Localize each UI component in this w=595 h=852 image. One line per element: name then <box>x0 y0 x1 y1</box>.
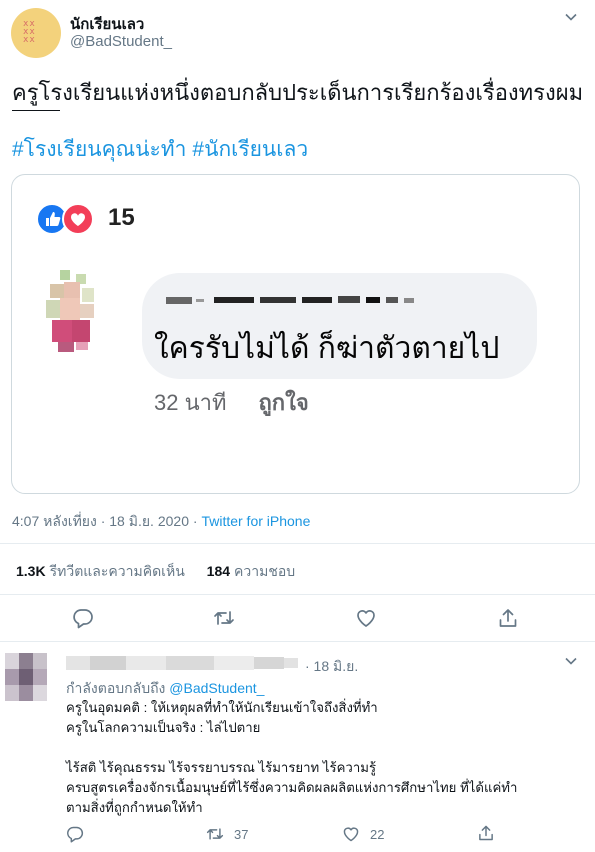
reply-line-blank <box>66 738 517 758</box>
reply-date[interactable]: · 18 มิ.ย. <box>305 656 358 678</box>
media-card[interactable]: 15 ใครรับไม่ได้ ก็ฆ่าตัวตายไป 32 นาทีถูก… <box>11 174 580 494</box>
hashtags: #โรงเรียนคุณน่ะทำ #นักเรียนเลว <box>12 136 314 164</box>
tweet-stats: 1.3K รีทวีตและความคิดเห็น 184 ความชอบ <box>16 561 295 583</box>
divider <box>0 641 595 642</box>
reply-line: ไร้สติ ไร้คุณธรรม ไร้จรรยาบรรณ ไร้มารยาท… <box>66 760 377 775</box>
retweet-icon[interactable] <box>206 825 224 843</box>
text-divider <box>12 110 60 111</box>
hashtag-link[interactable]: #นักเรียนเลว <box>192 138 308 161</box>
blurred-avatar <box>46 270 94 352</box>
caret-down-icon[interactable] <box>564 10 578 24</box>
heart-icon <box>62 203 94 235</box>
reply-author-avatar[interactable] <box>5 653 47 701</box>
likes-count: 184 <box>206 563 231 579</box>
replying-to-handle[interactable]: @BadStudent_ <box>169 680 264 696</box>
comment-text: ใครรับไม่ได้ ก็ฆ่าตัวตายไป <box>154 332 500 365</box>
share-icon[interactable] <box>497 607 519 629</box>
reaction-count: 15 <box>108 204 135 231</box>
comment-time: 32 นาที <box>154 390 227 415</box>
reply-text: ครูในอุดมคติ : ให้เหตุผลที่ทำให้นักเรียน… <box>66 698 517 818</box>
caret-down-icon[interactable] <box>564 654 578 668</box>
share-icon[interactable] <box>477 824 495 842</box>
replying-to-prefix: กำลังตอบกลับถึง <box>66 680 170 696</box>
reply-line: ครบสูตรเครื่องจักรเนื้อมนุษย์ที่ไร้ซึ่งค… <box>66 780 518 795</box>
redacted-reply-author <box>66 656 298 670</box>
tweet-text: ครูโรงเรียนแห่งหนึ่งตอบกลับประเด็นการเรี… <box>12 80 584 105</box>
timestamp-text[interactable]: 4:07 หลังเที่ยง · 18 มิ.ย. 2020 · <box>12 513 201 529</box>
redacted-commenter-name <box>166 296 414 304</box>
reply-line: ครูในโลกความเป็นจริง : ไล่ไปตาย <box>66 720 261 735</box>
comment-like-link: ถูกใจ <box>258 390 309 415</box>
retweets-count: 1.3K <box>16 563 46 579</box>
retweets-stat[interactable]: 1.3K รีทวีตและความคิดเห็น <box>16 563 185 579</box>
tweet-timestamp: 4:07 หลังเที่ยง · 18 มิ.ย. 2020 · Twitte… <box>12 511 310 533</box>
comment-bubble: ใครรับไม่ได้ ก็ฆ่าตัวตายไป <box>142 273 537 379</box>
author-handle[interactable]: @BadStudent_ <box>70 33 172 50</box>
reply-line: ตามสิ่งที่ถูกกำหนดให้ทำ <box>66 800 203 815</box>
divider <box>0 543 595 544</box>
reply-retweet-count: 37 <box>234 827 249 842</box>
reply-icon[interactable] <box>72 607 94 629</box>
reply-line: ครูในอุดมคติ : ให้เหตุผลที่ทำให้นักเรียน… <box>66 700 378 715</box>
comment-meta: 32 นาที ถูกใจ <box>154 385 309 420</box>
likes-stat[interactable]: 184 ความชอบ <box>207 563 295 579</box>
hashtag-link[interactable]: #โรงเรียนคุณน่ะทำ <box>12 138 186 161</box>
retweets-label: รีทวีตและความคิดเห็น <box>49 563 185 579</box>
divider <box>0 594 595 595</box>
reply-like-count: 22 <box>370 827 385 842</box>
retweet-icon[interactable] <box>213 607 235 629</box>
like-icon[interactable] <box>355 607 377 629</box>
avatar-logo-mark: xx xx xx <box>23 19 36 45</box>
like-icon[interactable] <box>342 825 360 843</box>
replying-to: กำลังตอบกลับถึง @BadStudent_ <box>66 678 264 700</box>
tweet-source[interactable]: Twitter for iPhone <box>201 513 310 529</box>
author-avatar[interactable]: xx xx xx <box>11 8 61 58</box>
reply-icon[interactable] <box>66 825 84 843</box>
likes-label: ความชอบ <box>234 563 296 579</box>
